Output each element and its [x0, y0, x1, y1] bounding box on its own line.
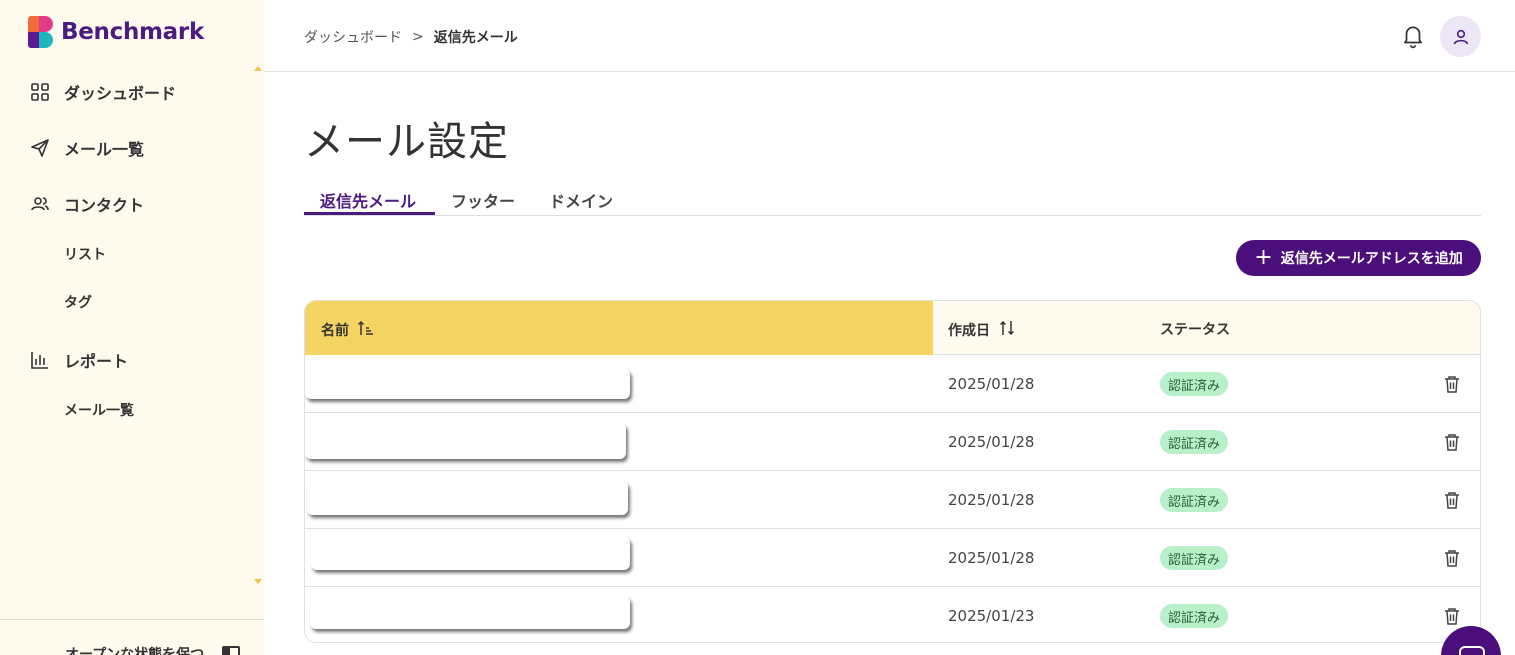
created-date: 2025/01/28	[948, 491, 1035, 509]
keep-open-label: オープンな状態を保つ	[65, 647, 205, 655]
breadcrumb-separator: >	[412, 29, 424, 45]
sidebar: Benchmark ダッシュボード メール一覧 コンタクト リスト タグ レポー…	[0, 0, 264, 655]
status-badge: 認証済み	[1160, 604, 1229, 628]
sidebar-item-label: レポート	[64, 352, 129, 371]
sidebar-toggle-icon[interactable]	[222, 646, 240, 655]
column-header-label: 名前	[321, 323, 349, 339]
tab-domain[interactable]: ドメイン	[549, 188, 613, 212]
sidebar-item-lists[interactable]: リスト	[64, 244, 106, 264]
name-column-header-bg	[305, 301, 933, 355]
status-badge: 認証済み	[1160, 430, 1229, 454]
table-row[interactable]: 2025/01/28 認証済み	[305, 471, 1480, 529]
page-title: メール設定	[304, 119, 509, 165]
users-icon	[30, 194, 50, 214]
reply-to-email-table: 名前 作成日 ステータス 2025/01/28 認証済み 2025/01/28 …	[304, 300, 1481, 643]
table-header: 名前 作成日 ステータス	[305, 301, 1480, 355]
brand-name: Benchmark	[61, 19, 204, 45]
trash-icon[interactable]	[1441, 373, 1463, 395]
settings-tabs: 返信先メール フッター ドメイン	[304, 186, 1481, 216]
trash-icon[interactable]	[1441, 489, 1463, 511]
email-name-cell[interactable]	[305, 369, 630, 399]
column-header-name[interactable]: 名前	[321, 319, 375, 341]
add-button-label: 返信先メールアドレスを追加	[1280, 251, 1463, 267]
column-header-label: ステータス	[1160, 322, 1230, 338]
add-reply-to-address-button[interactable]: + 返信先メールアドレスを追加	[1236, 240, 1481, 276]
user-icon	[1453, 29, 1468, 44]
send-icon	[30, 138, 50, 158]
trash-icon[interactable]	[1441, 431, 1463, 453]
sidebar-item-contacts[interactable]: コンタクト	[30, 192, 144, 216]
sidebar-item-label: ダッシュボード	[64, 84, 177, 103]
email-name-cell[interactable]	[305, 423, 626, 459]
breadcrumb-current: 返信先メール	[433, 30, 518, 46]
email-name-cell[interactable]	[307, 481, 628, 515]
trash-icon[interactable]	[1441, 605, 1463, 627]
sidebar-item-label: メール一覧	[64, 140, 145, 159]
sidebar-footer: オープンな状態を保つ	[0, 619, 264, 655]
sidebar-item-label: コンタクト	[64, 196, 145, 215]
table-row[interactable]: 2025/01/28 認証済み	[305, 529, 1480, 587]
scroll-down-icon[interactable]	[254, 579, 262, 584]
sidebar-item-report-mail-list[interactable]: メール一覧	[64, 400, 134, 420]
active-tab-indicator	[304, 212, 435, 215]
status-badge: 認証済み	[1160, 488, 1229, 512]
created-date: 2025/01/28	[948, 549, 1035, 567]
sidebar-item-tags[interactable]: タグ	[64, 292, 92, 312]
breadcrumb-dashboard[interactable]: ダッシュボード	[304, 27, 402, 47]
table-row[interactable]: 2025/01/28 認証済み	[305, 355, 1480, 413]
status-badge: 認証済み	[1160, 372, 1229, 396]
tab-footer[interactable]: フッター	[451, 188, 515, 212]
scroll-up-icon[interactable]	[254, 66, 262, 71]
created-date: 2025/01/28	[948, 433, 1035, 451]
bell-icon[interactable]	[1400, 23, 1426, 49]
column-header-created[interactable]: 作成日	[948, 319, 1016, 341]
sort-ascending-icon[interactable]	[357, 319, 375, 341]
sidebar-item-dashboard[interactable]: ダッシュボード	[30, 80, 176, 104]
logo-icon	[28, 16, 54, 48]
breadcrumb: ダッシュボード > 返信先メール	[304, 27, 518, 47]
brand-logo[interactable]: Benchmark	[28, 16, 204, 48]
created-date: 2025/01/23	[948, 607, 1035, 625]
avatar[interactable]	[1440, 16, 1481, 57]
created-date: 2025/01/28	[948, 375, 1035, 393]
table-row[interactable]: 2025/01/28 認証済み	[305, 413, 1480, 471]
chart-icon	[30, 350, 50, 370]
plus-icon: +	[1254, 245, 1273, 270]
grid-icon	[30, 82, 50, 102]
sort-icon[interactable]	[998, 319, 1016, 341]
trash-icon[interactable]	[1441, 547, 1463, 569]
email-name-cell[interactable]	[310, 596, 630, 629]
tab-reply-to-email[interactable]: 返信先メール	[320, 188, 416, 212]
sidebar-item-reports[interactable]: レポート	[30, 348, 128, 372]
top-header: ダッシュボード > 返信先メール	[264, 0, 1515, 72]
sidebar-item-mail-list[interactable]: メール一覧	[30, 136, 144, 160]
email-name-cell[interactable]	[311, 537, 630, 570]
table-row[interactable]: 2025/01/23 認証済み	[305, 587, 1480, 642]
status-badge: 認証済み	[1160, 546, 1229, 570]
column-header-label: 作成日	[948, 323, 990, 339]
column-header-status: ステータス	[1160, 319, 1230, 339]
